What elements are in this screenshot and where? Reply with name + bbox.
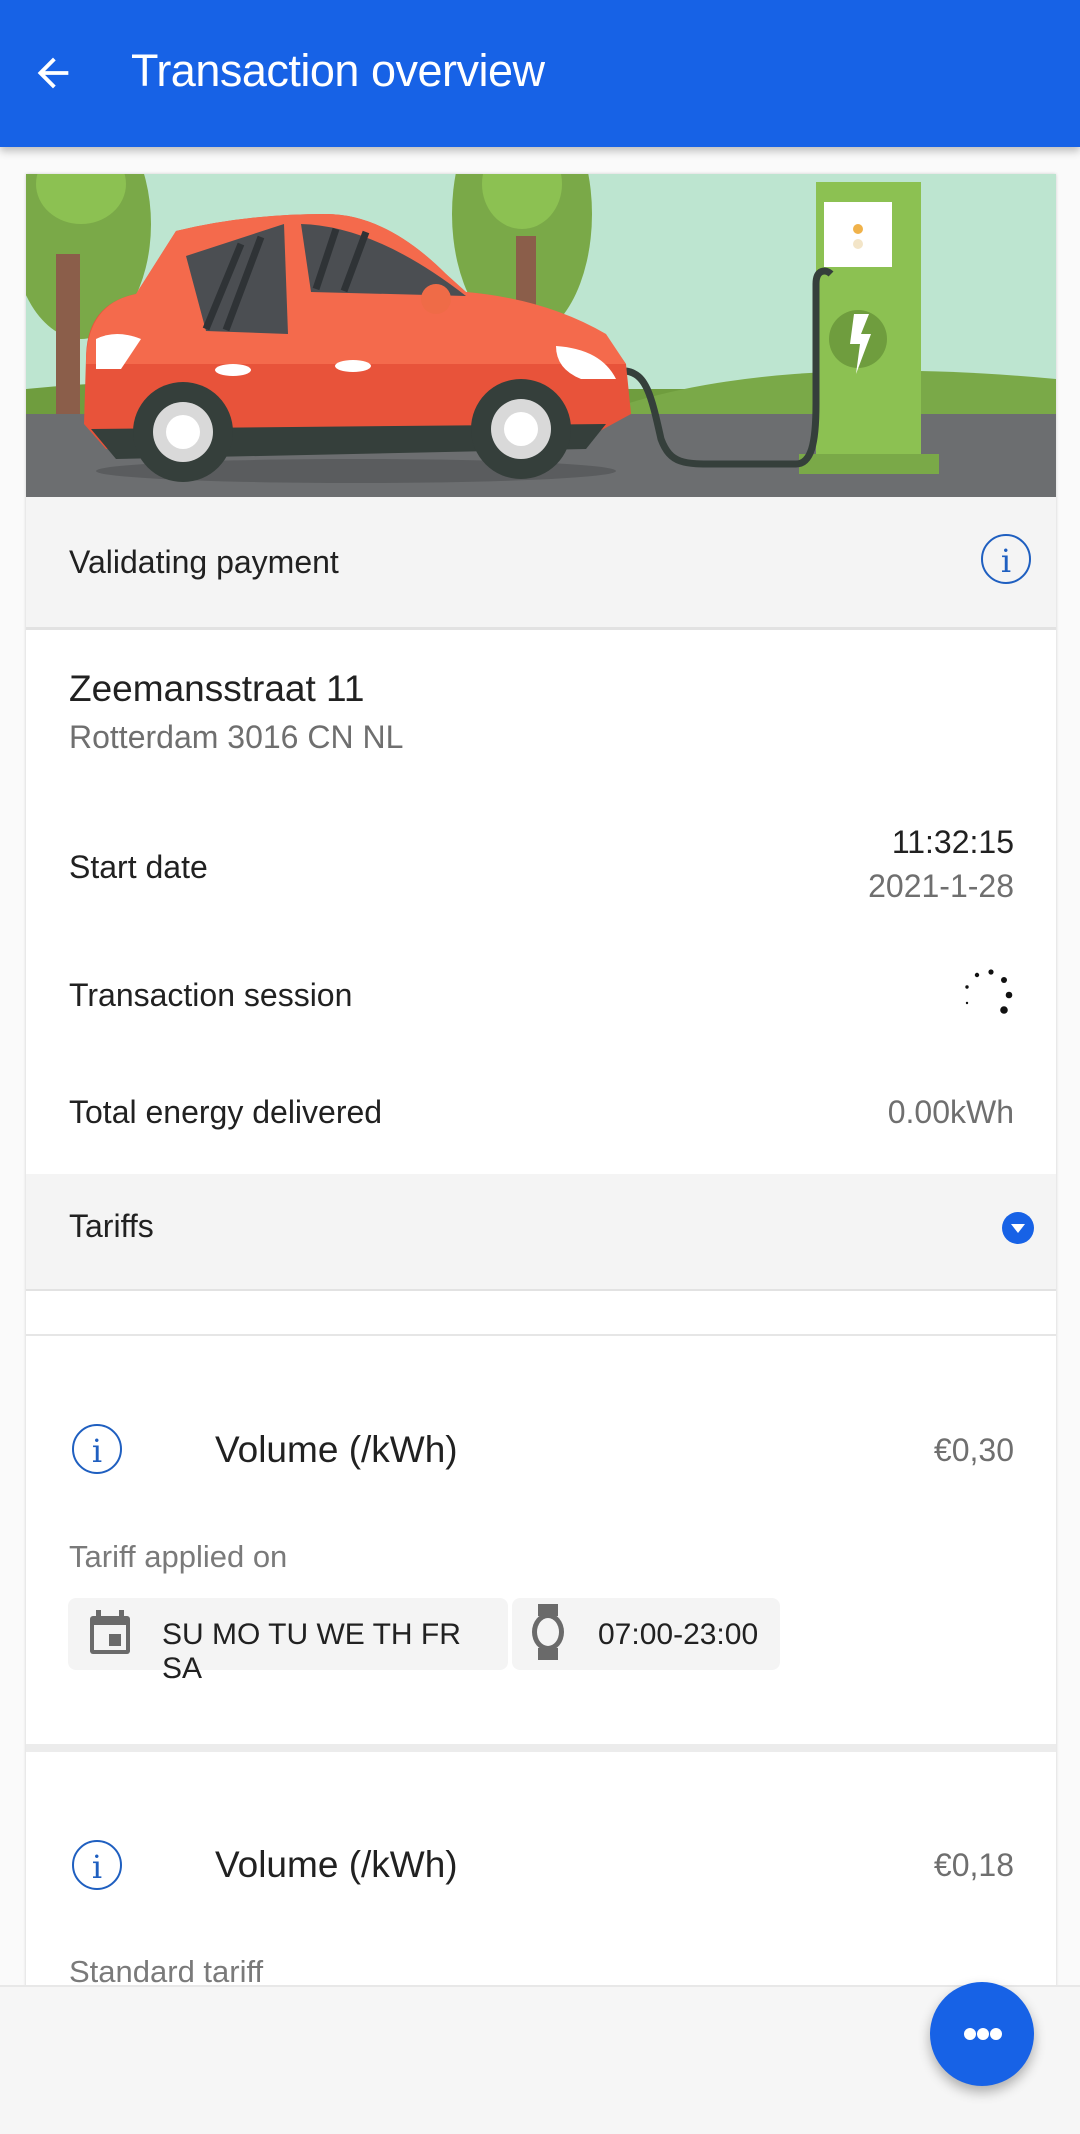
tariff-note: Standard tariff [69,1954,264,1987]
calendar-icon [90,1610,130,1654]
info-icon[interactable]: i [72,1840,122,1890]
energy-delivered-value: 0.00kWh [887,1094,1014,1130]
tariff-days: SU MO TU WE TH FR SA [162,1618,461,1685]
ev-charging-illustration [26,174,1056,497]
chevron-down-icon[interactable] [1002,1212,1034,1244]
tariff-price: €0,18 [933,1847,1014,1883]
start-time-value: 11:32:15 [891,824,1014,860]
tariff-name: Volume (/kWh) [215,1844,458,1885]
energy-delivered-label: Total energy delivered [69,1094,383,1130]
content-area[interactable]: Validating payment i Zeemansstraat 11 Ro… [0,147,1080,1987]
payment-status-row: Validating payment i [26,497,1056,630]
charging-station [799,182,939,474]
station-city: Rotterdam 3016 CN NL [69,719,404,755]
bottom-bar [0,1985,1080,2134]
start-date-label: Start date [69,849,208,885]
divider [26,1334,1056,1336]
watch-icon [532,1604,564,1660]
info-icon[interactable]: i [72,1424,122,1474]
tariff-hours: 07:00-23:00 [598,1618,759,1651]
more-options-fab[interactable] [930,1982,1034,2086]
start-date-value: 2021-1-28 [868,868,1014,904]
tariffs-label: Tariffs [69,1208,154,1244]
tariff-note: Tariff applied on [69,1539,288,1574]
tariff-price: €0,30 [933,1432,1014,1468]
divider [26,1744,1056,1752]
info-icon[interactable]: i [981,534,1031,584]
app-bar: Transaction overview [0,0,1080,147]
transaction-card: Validating payment i Zeemansstraat 11 Ro… [26,174,1056,1987]
tariff-name: Volume (/kWh) [215,1429,458,1470]
station-street: Zeemansstraat 11 [69,668,365,709]
arrow-left-icon [37,57,69,89]
back-button[interactable] [30,50,76,96]
loading-spinner-icon [965,969,1013,1014]
transaction-session-label: Transaction session [69,977,353,1013]
tariffs-section-toggle[interactable]: Tariffs [26,1174,1056,1291]
tariff-days-chip: SU MO TU WE TH FR SA [68,1598,508,1685]
tariff-hours-chip: 07:00-23:00 [512,1598,780,1670]
page-title: Transaction overview [131,45,545,96]
payment-status-label: Validating payment [69,544,339,580]
